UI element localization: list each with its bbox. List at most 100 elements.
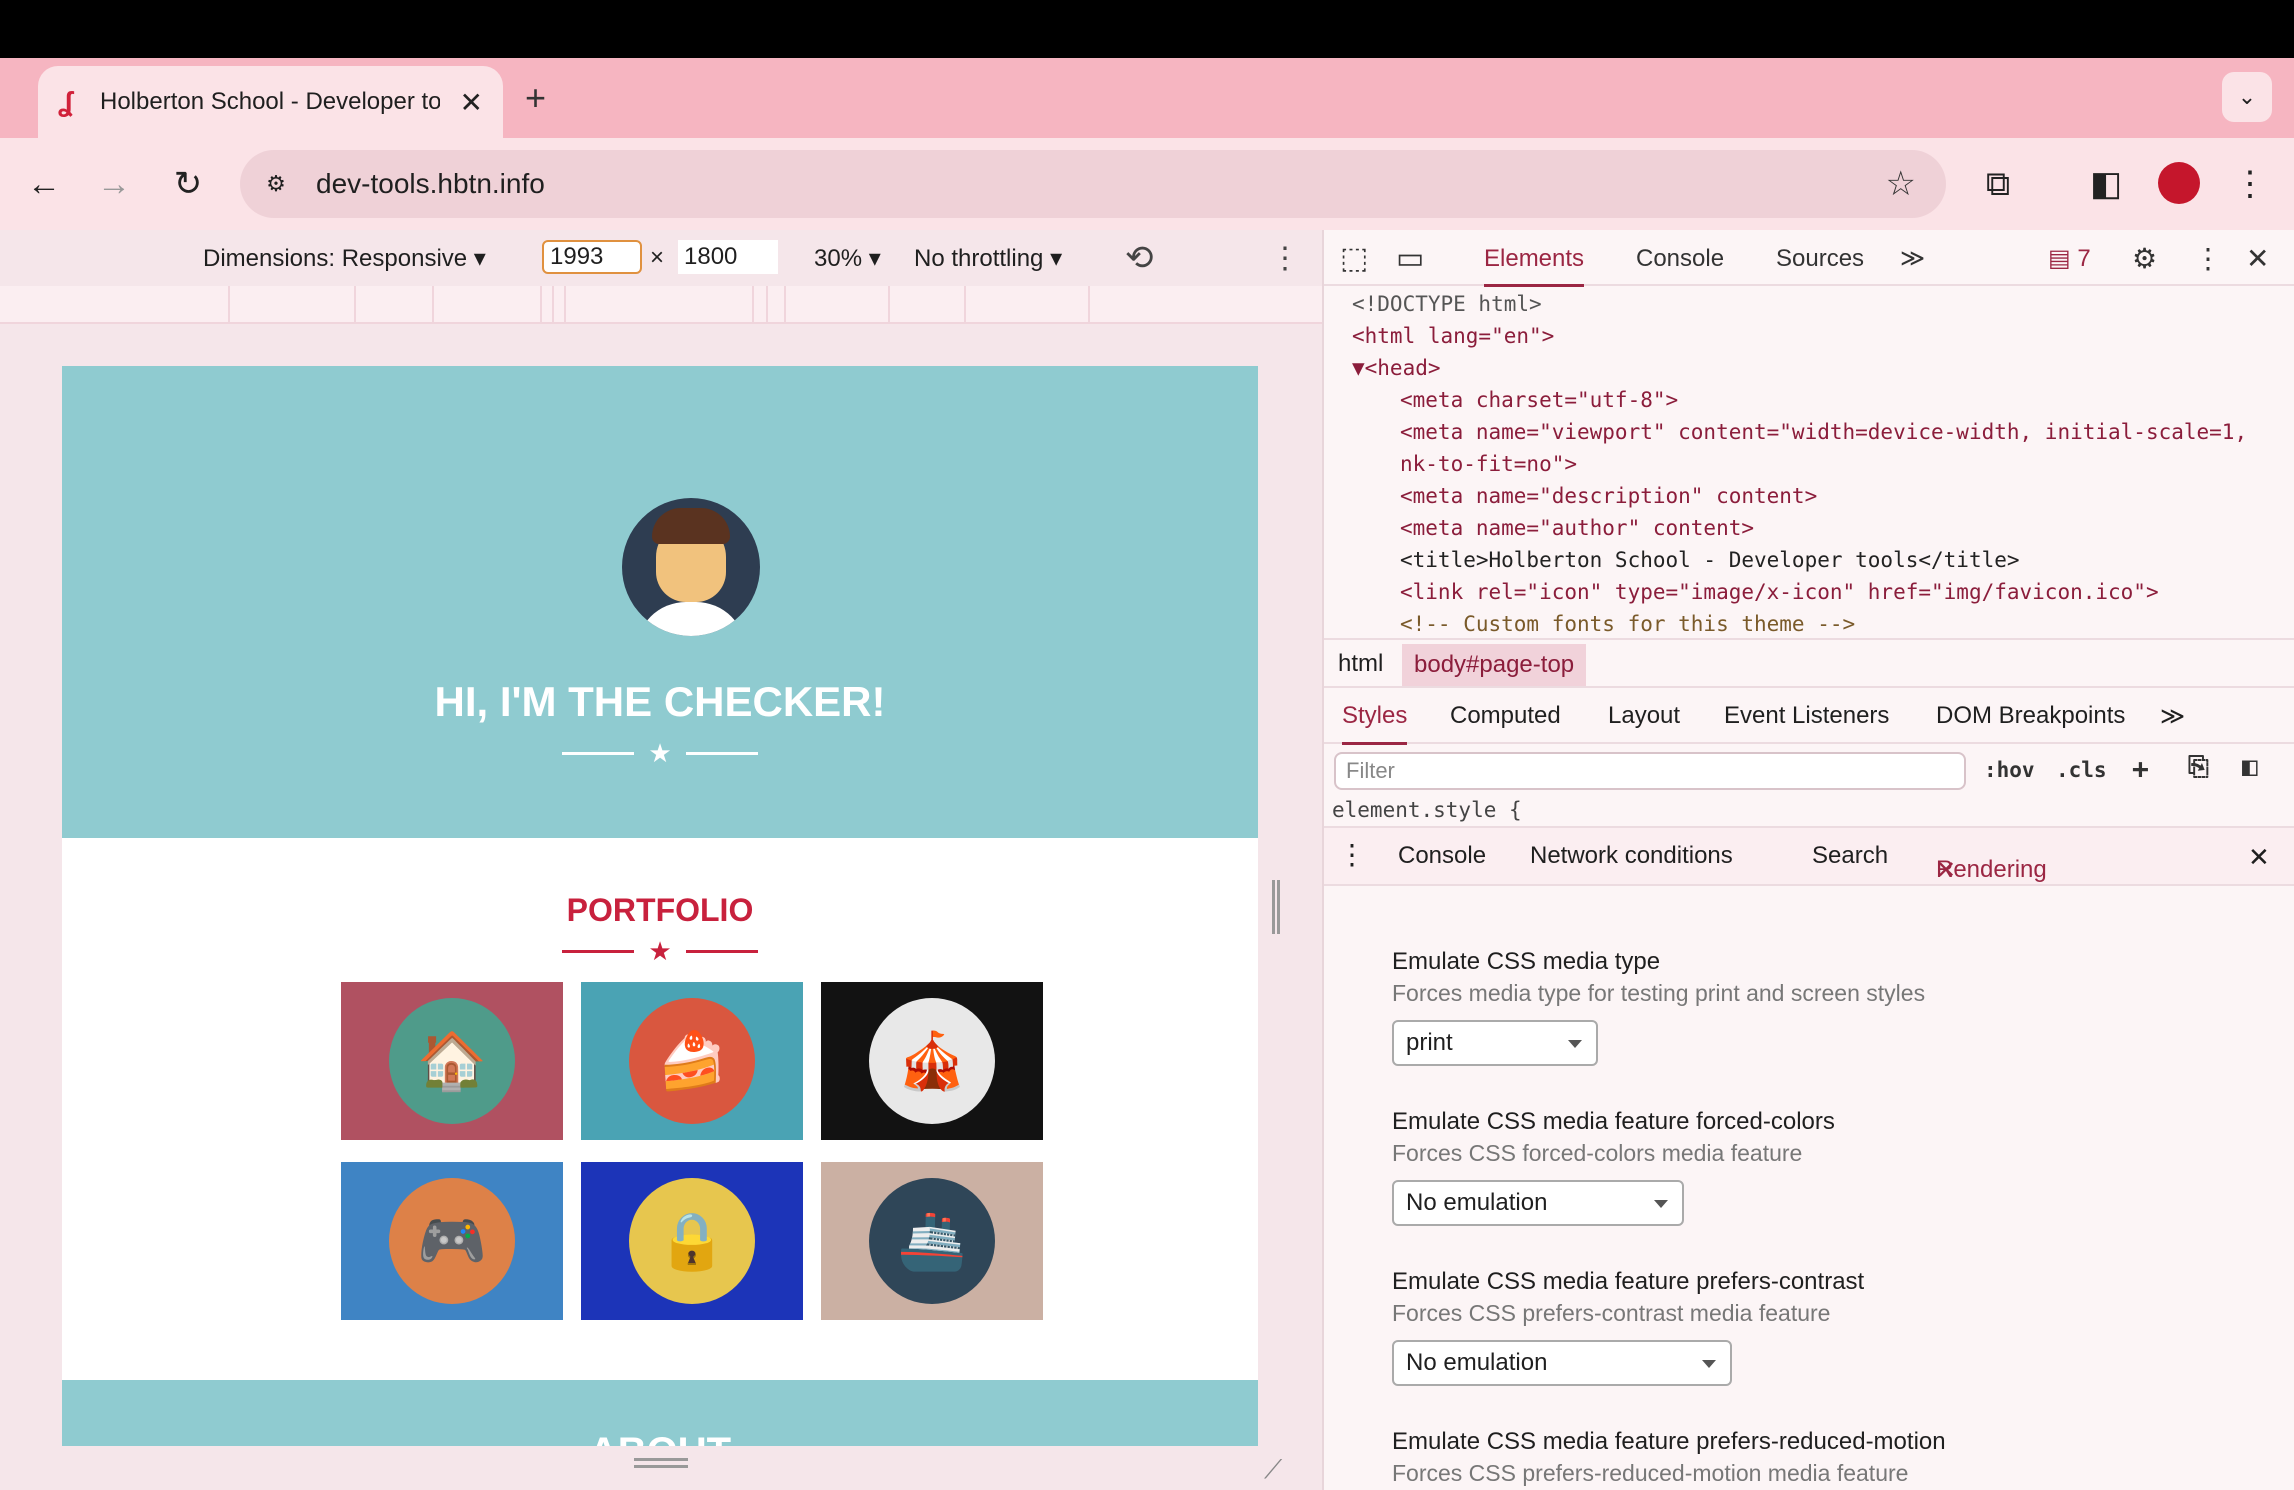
cls-toggle[interactable]: .cls bbox=[2056, 758, 2107, 782]
circus-tent-icon: 🎪 bbox=[869, 998, 995, 1124]
dom-line[interactable]: nk-to-fit=no"> bbox=[1400, 448, 1577, 480]
tab-computed[interactable]: Computed bbox=[1450, 702, 1561, 730]
tab-dom-breakpoints[interactable]: DOM Breakpoints bbox=[1936, 702, 2125, 730]
dom-line[interactable]: <title>Holberton School - Developer tool… bbox=[1400, 544, 2020, 576]
dom-tree[interactable]: <!DOCTYPE html> <html lang="en"> ▼<head>… bbox=[1324, 288, 2294, 638]
device-more-icon[interactable]: ⋮ bbox=[1270, 241, 1300, 276]
more-subtabs-icon[interactable]: ≫ bbox=[2160, 702, 2185, 731]
devtools-drawer-tabs: ⋮ Console Network conditions Search Rend… bbox=[1324, 826, 2294, 886]
dom-line[interactable]: <meta name="viewport" content="width=dev… bbox=[1400, 416, 2247, 448]
device-toggle-icon[interactable]: ▭ bbox=[1396, 244, 1424, 274]
close-rendering-icon[interactable]: ✕ bbox=[1936, 856, 1956, 885]
forced-colors-select[interactable]: No emulation bbox=[1392, 1180, 1684, 1226]
browser-menu-icon[interactable]: ⋮ bbox=[2226, 160, 2274, 208]
portfolio-tile[interactable]: 🔒 bbox=[581, 1162, 803, 1320]
breadcrumb: html body#page-top bbox=[1324, 638, 2294, 688]
breadcrumb-html[interactable]: html bbox=[1338, 650, 1383, 678]
drawer-menu-icon[interactable]: ⋮ bbox=[1338, 838, 1366, 871]
tab-close-icon[interactable]: ✕ bbox=[460, 86, 483, 119]
close-devtools-icon[interactable]: ✕ bbox=[2246, 244, 2269, 274]
address-bar[interactable]: ⚙ dev-tools.hbtn.info ☆ bbox=[240, 150, 1946, 218]
resize-corner-icon[interactable]: ⟋ bbox=[1264, 1454, 1282, 1486]
safe-icon: 🔒 bbox=[629, 1178, 755, 1304]
star-icon: ★ bbox=[648, 936, 672, 966]
url-text[interactable]: dev-tools.hbtn.info bbox=[316, 168, 545, 200]
browser-tab-active[interactable]: ʆ Holberton School - Developer tools ✕ bbox=[38, 66, 503, 138]
add-rule-icon[interactable]: + bbox=[2132, 752, 2149, 785]
side-panel-icon[interactable]: ◧ bbox=[2082, 160, 2130, 208]
more-tabs-icon[interactable]: ≫ bbox=[1900, 244, 1925, 274]
new-tab-icon[interactable]: + bbox=[525, 78, 546, 118]
rotate-icon[interactable]: ⟲ bbox=[1125, 238, 1154, 278]
dom-line[interactable]: <link rel="icon" type="image/x-icon" hre… bbox=[1400, 576, 2159, 608]
issues-badge[interactable]: ▤ 7 bbox=[2048, 244, 2091, 274]
portfolio-tile[interactable]: 🍰 bbox=[581, 982, 803, 1140]
dom-line[interactable]: <meta name="author" content> bbox=[1400, 512, 1754, 544]
tab-sources[interactable]: Sources bbox=[1776, 244, 1864, 274]
tab-strip: ʆ Holberton School - Developer tools ✕ +… bbox=[0, 58, 2294, 138]
throttling-dropdown[interactable]: No throttling ▾ bbox=[914, 244, 1062, 273]
element-style-rule[interactable]: element.style { bbox=[1332, 798, 1522, 822]
option-title: Emulate CSS media type bbox=[1392, 948, 1661, 975]
viewport-resize-handle-right[interactable] bbox=[1272, 880, 1280, 934]
prefers-contrast-option: Emulate CSS media feature prefers-contra… bbox=[1392, 1268, 1865, 1386]
width-input[interactable]: 1993 bbox=[542, 240, 642, 274]
media-query-ruler[interactable] bbox=[0, 286, 1322, 324]
hov-toggle[interactable]: :hov bbox=[1984, 758, 2035, 782]
option-description: Forces CSS forced-colors media feature bbox=[1392, 1140, 1803, 1166]
times-label: × bbox=[650, 244, 665, 271]
tab-elements[interactable]: Elements bbox=[1484, 244, 1585, 287]
tab-console[interactable]: Console bbox=[1636, 244, 1724, 274]
star-icon: ★ bbox=[648, 738, 672, 768]
site-settings-icon[interactable]: ⚙ bbox=[258, 166, 294, 202]
game-controller-icon: 🎮 bbox=[389, 1178, 515, 1304]
issues-count: 7 bbox=[2077, 245, 2091, 272]
viewport-resize-handle-bottom[interactable] bbox=[634, 1458, 688, 1468]
height-input[interactable]: 1800 bbox=[678, 240, 778, 274]
forced-colors-option: Emulate CSS media feature forced-colors … bbox=[1392, 1108, 1835, 1226]
media-type-select[interactable]: print bbox=[1392, 1020, 1598, 1066]
back-arrow-icon[interactable]: ← bbox=[20, 160, 68, 208]
paint-brush-icon[interactable]: ⎘ bbox=[2188, 752, 2209, 783]
option-description: Forces media type for testing print and … bbox=[1392, 980, 1926, 1006]
tab-layout[interactable]: Layout bbox=[1608, 702, 1680, 730]
tab-styles[interactable]: Styles bbox=[1342, 702, 1408, 745]
option-title: Emulate CSS media feature prefers-contra… bbox=[1392, 1268, 1865, 1295]
dom-line[interactable]: <!-- Custom fonts for this theme --> bbox=[1400, 608, 1855, 638]
profile-avatar-icon[interactable] bbox=[2158, 162, 2200, 204]
media-type-option: Emulate CSS media type Forces media type… bbox=[1392, 948, 1926, 1066]
os-top-bar bbox=[0, 0, 2294, 58]
hero-section: HI, I'M THE CHECKER! ★ bbox=[62, 366, 1258, 838]
drawer-tab-search[interactable]: Search bbox=[1812, 842, 1888, 870]
extensions-icon[interactable]: ⧉ bbox=[1974, 160, 2022, 208]
portfolio-tile[interactable]: 🎮 bbox=[341, 1162, 563, 1320]
tab-event-listeners[interactable]: Event Listeners bbox=[1724, 702, 1889, 730]
forward-arrow-icon[interactable]: → bbox=[90, 160, 138, 208]
bookmark-star-icon[interactable]: ☆ bbox=[1886, 164, 1916, 204]
drawer-tab-network-conditions[interactable]: Network conditions bbox=[1530, 842, 1733, 870]
dom-line[interactable]: <!DOCTYPE html> bbox=[1352, 288, 1542, 320]
dimensions-dropdown[interactable]: Dimensions: Responsive ▾ bbox=[203, 244, 486, 273]
styles-subtabs: Styles Computed Layout Event Listeners D… bbox=[1324, 690, 2294, 745]
dom-line[interactable]: <html lang="en"> bbox=[1352, 320, 1554, 352]
inspect-element-icon[interactable]: ⬚ bbox=[1340, 244, 1368, 274]
option-description: Forces CSS prefers-reduced-motion media … bbox=[1392, 1460, 1909, 1486]
settings-gear-icon[interactable]: ⚙ bbox=[2132, 244, 2157, 274]
portfolio-tile[interactable]: 🏠 bbox=[341, 982, 563, 1140]
styles-filter-input[interactable]: Filter bbox=[1334, 752, 1966, 790]
breadcrumb-body[interactable]: body#page-top bbox=[1402, 644, 1587, 686]
portfolio-tile[interactable]: 🎪 bbox=[821, 982, 1043, 1140]
devtools-menu-icon[interactable]: ⋮ bbox=[2194, 244, 2222, 274]
dom-line[interactable]: <meta charset="utf-8"> bbox=[1400, 384, 1678, 416]
portfolio-tile[interactable]: 🚢 bbox=[821, 1162, 1043, 1320]
zoom-dropdown[interactable]: 30% ▾ bbox=[814, 244, 881, 273]
emulated-page-viewport: HI, I'M THE CHECKER! ★ PORTFOLIO ★ 🏠 🍰 🎪 🎮 🔒… bbox=[62, 366, 1258, 1446]
reload-icon[interactable]: ↻ bbox=[164, 160, 212, 208]
close-drawer-icon[interactable]: ✕ bbox=[2248, 842, 2270, 873]
prefers-contrast-select[interactable]: No emulation bbox=[1392, 1340, 1732, 1386]
dom-line[interactable]: ▼<head> bbox=[1352, 352, 1441, 384]
dom-line[interactable]: <meta name="description" content> bbox=[1400, 480, 1817, 512]
toggle-sidebar-icon[interactable]: ◧ bbox=[2242, 752, 2258, 782]
drawer-tab-console[interactable]: Console bbox=[1398, 842, 1486, 870]
tab-search-chevron-icon[interactable]: ⌄ bbox=[2222, 72, 2272, 122]
